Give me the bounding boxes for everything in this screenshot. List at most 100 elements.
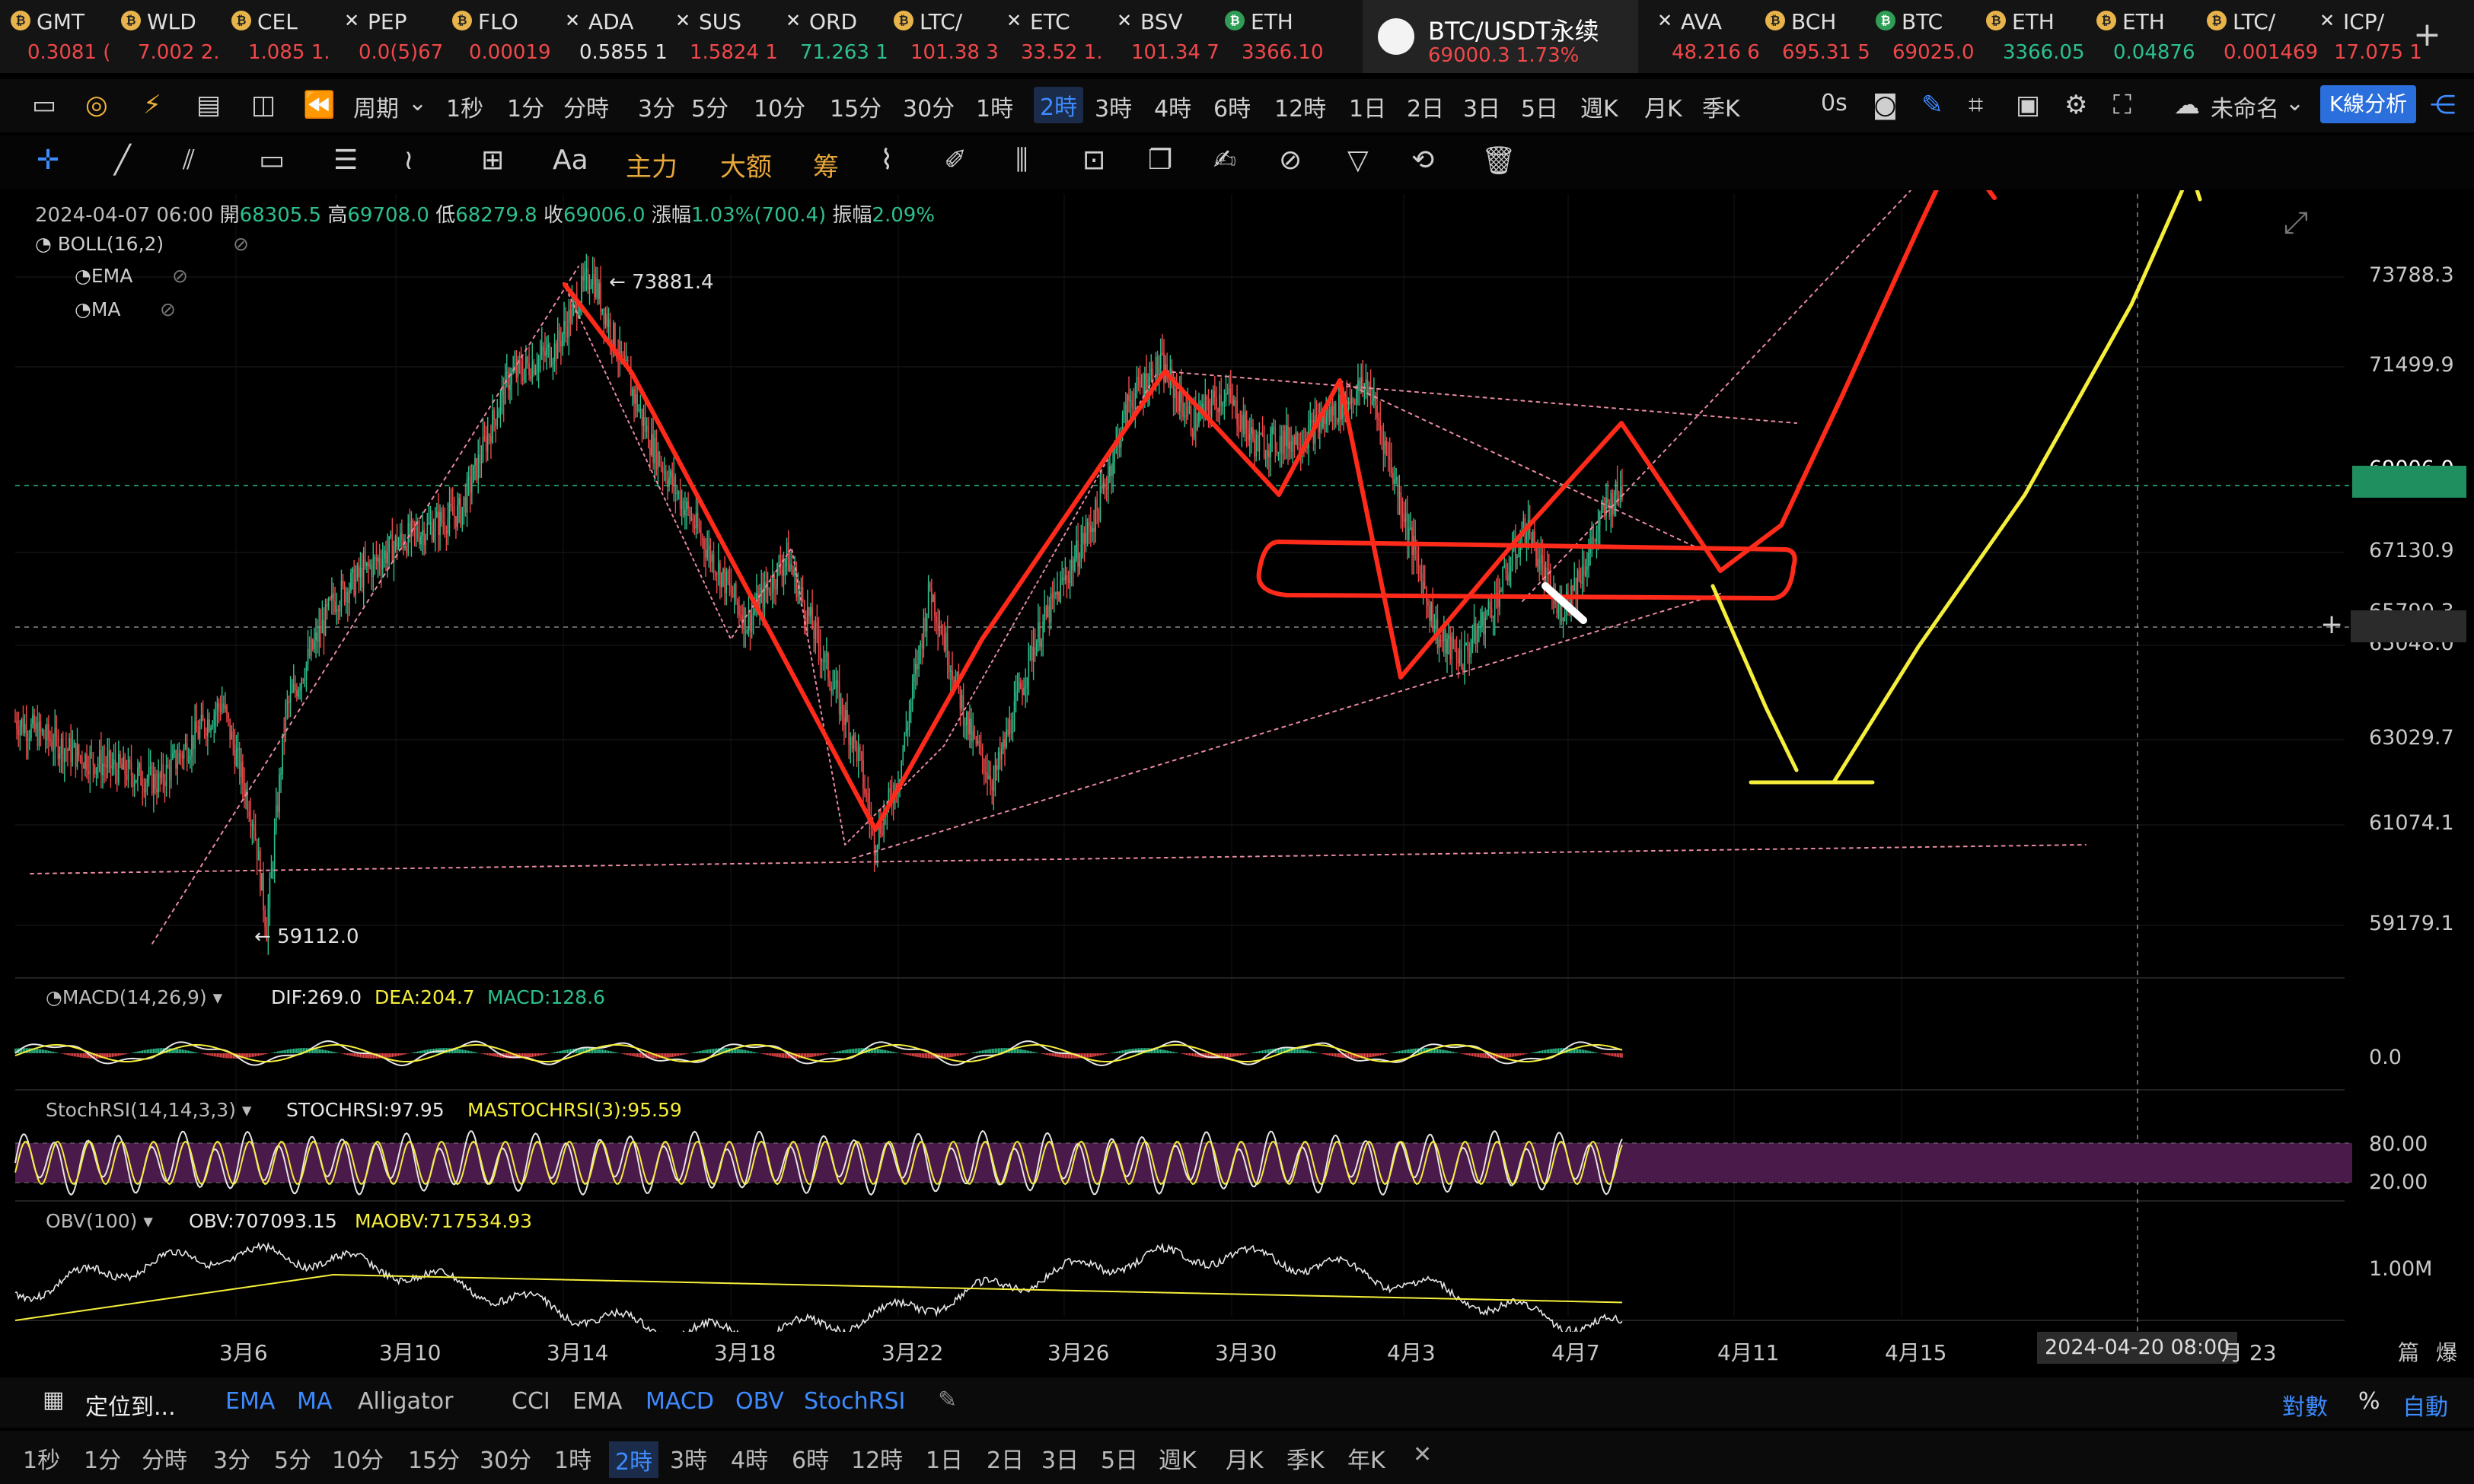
large-order-tool[interactable]: 大额 bbox=[720, 146, 772, 183]
interval-option[interactable]: 季K bbox=[1702, 90, 1740, 123]
layout-split-icon[interactable]: ◫ bbox=[251, 90, 276, 120]
ticker-item[interactable]: ₿ ETH 3366.10 bbox=[1214, 0, 1330, 73]
bottom-interval-option[interactable]: 年K bbox=[1347, 1441, 1385, 1475]
copy-icon[interactable]: ❐ bbox=[1148, 145, 1172, 176]
obv-title[interactable]: OBV(100) ▾ bbox=[46, 1210, 153, 1232]
camera-icon[interactable]: ◙ bbox=[1873, 90, 1898, 120]
stochrsi-title[interactable]: StochRSI(14,14,3,3) ▾ bbox=[46, 1099, 251, 1121]
edit-indicators-icon[interactable]: ✎ bbox=[938, 1387, 957, 1413]
interval-option[interactable]: 3日 bbox=[1463, 90, 1500, 123]
interval-option[interactable]: 5日 bbox=[1521, 90, 1558, 123]
bottom-interval-option[interactable]: 1時 bbox=[554, 1441, 591, 1475]
rectangle-icon[interactable]: ▭ bbox=[259, 145, 285, 176]
bottom-interval-option[interactable]: 10分 bbox=[332, 1441, 384, 1475]
trash-icon[interactable]: 🗑 bbox=[1481, 145, 1516, 177]
screenshot-icon[interactable]: ▣ bbox=[2016, 90, 2040, 120]
main-force-tool[interactable]: 主力 bbox=[626, 146, 677, 183]
trend-line-icon[interactable]: ╱ bbox=[114, 145, 131, 176]
chip-tool[interactable]: 筹 bbox=[813, 146, 839, 183]
speed-gauge-icon[interactable]: ◎ bbox=[85, 90, 108, 120]
bottom-interval-option[interactable]: 6時 bbox=[792, 1441, 829, 1475]
interval-option[interactable]: 月K bbox=[1644, 90, 1682, 123]
bottom-interval-option[interactable]: 週K bbox=[1159, 1441, 1197, 1475]
share-icon[interactable]: ⋲ bbox=[2430, 90, 2456, 120]
bottom-interval-option[interactable]: 季K bbox=[1286, 1441, 1325, 1475]
ticker-item[interactable]: ✕ ORD 71.263 1 bbox=[773, 0, 888, 73]
indicator-boll[interactable]: ◔ BOLL(16,2) bbox=[35, 233, 164, 255]
log-scale-toggle[interactable]: 對數 bbox=[2282, 1388, 2328, 1422]
bottom-interval-option[interactable]: 1分 bbox=[84, 1441, 121, 1475]
save-layout-icon[interactable]: ⌗ bbox=[1969, 90, 1983, 120]
kline-analysis-button[interactable]: K線分析 bbox=[2320, 85, 2416, 123]
axis-corner-2[interactable]: 爆 bbox=[2436, 1336, 2457, 1367]
edit-list-icon[interactable]: ✍ bbox=[1213, 145, 1236, 176]
interval-option[interactable]: 分時 bbox=[563, 90, 609, 123]
bottom-interval-option[interactable]: 5分 bbox=[274, 1441, 311, 1475]
interval-option[interactable]: 15分 bbox=[830, 90, 882, 123]
text-tool-icon[interactable]: Aa bbox=[553, 145, 588, 176]
indicator-stochrsi-toggle[interactable]: StochRSI bbox=[804, 1388, 905, 1415]
interval-option[interactable]: 30分 bbox=[903, 90, 955, 123]
eye-off-icon[interactable]: ⊘ bbox=[160, 298, 176, 320]
ticker-item[interactable]: ₿ GMT 0.3081 ( bbox=[0, 0, 116, 73]
calendar-icon[interactable]: ▦ bbox=[43, 1387, 64, 1413]
ticker-item[interactable]: ✕ ADA 0.5855 1 bbox=[552, 0, 668, 73]
replay-back-icon[interactable]: ⏪ bbox=[303, 90, 335, 120]
ticker-item[interactable]: ✕ ETC 33.52 1. bbox=[993, 0, 1109, 73]
indicator-ma[interactable]: ◔MA bbox=[75, 298, 121, 320]
ticker-item[interactable]: ✕ ICP/17.075 1 bbox=[2307, 0, 2422, 73]
bottom-interval-option[interactable]: 12時 bbox=[851, 1441, 903, 1475]
bottom-interval-option[interactable]: 2日 bbox=[987, 1441, 1024, 1475]
interval-option[interactable]: 週K bbox=[1580, 90, 1618, 123]
macd-title[interactable]: ◔MACD(14,26,9) ▾ bbox=[46, 986, 222, 1008]
close-icon[interactable]: ✕ bbox=[1413, 1441, 1432, 1468]
ticker-item[interactable]: ₿ LTC/0.001469 bbox=[2196, 0, 2318, 73]
cloud-icon[interactable]: ☁ bbox=[2174, 90, 2200, 120]
bottom-interval-option[interactable]: 分時 bbox=[142, 1441, 187, 1475]
bottom-interval-option[interactable]: 5日 bbox=[1101, 1441, 1138, 1475]
indicator-ma-toggle[interactable]: MA bbox=[297, 1388, 332, 1415]
fibonacci-icon[interactable]: ☰ bbox=[333, 145, 358, 176]
interval-option[interactable]: 3分 bbox=[638, 90, 675, 123]
interval-option[interactable]: 2日 bbox=[1407, 90, 1444, 123]
interval-option[interactable]: 1秒 bbox=[446, 90, 483, 123]
ticker-item[interactable]: ₿ ETH 3366.05 bbox=[1975, 0, 2091, 73]
layout-name-dropdown[interactable]: 未命名 bbox=[2211, 90, 2279, 123]
pencil-icon[interactable]: ✎ bbox=[1921, 90, 1943, 120]
bottom-interval-option[interactable]: 1日 bbox=[926, 1441, 963, 1475]
bottom-interval-option[interactable]: 3時 bbox=[670, 1441, 707, 1475]
add-alert-plus-icon[interactable]: + bbox=[2320, 609, 2343, 640]
ticker-item[interactable]: ✕ SUS 1.5824 1 bbox=[662, 0, 778, 73]
ticker-item[interactable]: ₿ WLD 7.002 2. bbox=[110, 0, 226, 73]
calendar-icon[interactable]: ▤ bbox=[196, 90, 221, 120]
interval-option[interactable]: 3時 bbox=[1095, 90, 1132, 123]
indicator-ema-toggle[interactable]: EMA bbox=[225, 1388, 275, 1415]
ticker-tab-active[interactable]: BTC/USDT永续 69000.3 1.73% bbox=[1363, 0, 1638, 73]
interval-option[interactable]: 1時 bbox=[976, 90, 1013, 123]
sync-icon[interactable]: ⟲ bbox=[1411, 145, 1434, 176]
bottom-interval-option[interactable]: 4時 bbox=[731, 1441, 768, 1475]
auto-scale-toggle[interactable]: 自動 bbox=[2402, 1388, 2448, 1422]
locate-button[interactable]: 定位到... bbox=[85, 1388, 176, 1422]
bottom-interval-option[interactable]: 15分 bbox=[408, 1441, 460, 1475]
axis-corner-1[interactable]: 篇 bbox=[2398, 1336, 2419, 1367]
ticker-item[interactable]: ✕ BSV 101.34 7 bbox=[1104, 0, 1219, 73]
bottom-interval-option[interactable]: 3分 bbox=[213, 1441, 250, 1475]
ticker-item[interactable]: ₿ ETH 0.04876 bbox=[2086, 0, 2201, 73]
indicator-ema-sub-toggle[interactable]: EMA bbox=[572, 1388, 622, 1415]
interval-option[interactable]: 4時 bbox=[1154, 90, 1191, 123]
brush-icon[interactable]: ✐ bbox=[944, 145, 967, 176]
lightning-icon[interactable]: ⚡ bbox=[143, 90, 161, 120]
ticker-item[interactable]: ✕ AVA 48.216 6 bbox=[1644, 0, 1760, 73]
filter-icon[interactable]: ▽ bbox=[1347, 145, 1369, 176]
period-dropdown[interactable]: 周期 bbox=[353, 90, 399, 123]
candle-pattern-icon[interactable]: ⫼ bbox=[1015, 145, 1028, 177]
ticker-item[interactable]: ✕ PEP 0.0(5)67 bbox=[331, 0, 447, 73]
chart-area-icon[interactable]: ▭ bbox=[32, 90, 56, 120]
bottom-interval-option[interactable]: 月K bbox=[1226, 1441, 1264, 1475]
indicator-obv-toggle[interactable]: OBV bbox=[735, 1388, 784, 1415]
indicator-alligator-toggle[interactable]: Alligator bbox=[358, 1388, 453, 1415]
measure-icon[interactable]: ⊞ bbox=[481, 145, 504, 176]
parallel-channel-icon[interactable]: ⫽ bbox=[183, 145, 195, 177]
interval-option[interactable]: 5分 bbox=[691, 90, 728, 123]
